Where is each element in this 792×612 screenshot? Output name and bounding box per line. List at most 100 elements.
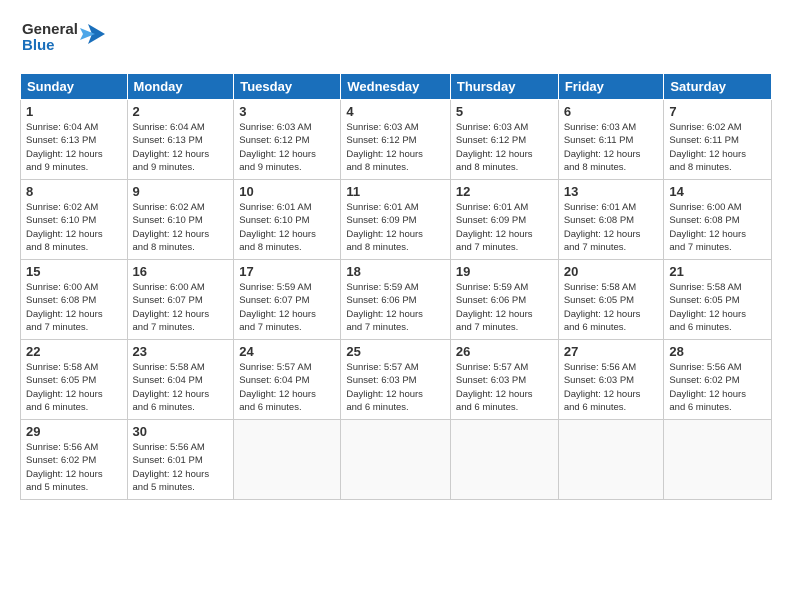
day-info: Sunrise: 5:56 AM Sunset: 6:01 PM Dayligh…: [133, 441, 229, 494]
day-number: 5: [456, 104, 553, 119]
day-number: 23: [133, 344, 229, 359]
day-number: 20: [564, 264, 659, 279]
calendar-cell: 27Sunrise: 5:56 AM Sunset: 6:03 PM Dayli…: [558, 340, 664, 420]
day-number: 4: [346, 104, 445, 119]
day-number: 16: [133, 264, 229, 279]
day-number: 22: [26, 344, 122, 359]
col-header-friday: Friday: [558, 74, 664, 100]
calendar-cell: 6 Sunrise: 6:03 AM Sunset: 6:11 PM Daylig…: [558, 100, 664, 180]
calendar-cell: 7Sunrise: 6:02 AM Sunset: 6:11 PM Daylig…: [664, 100, 772, 180]
day-info: Sunrise: 5:56 AM Sunset: 6:02 PM Dayligh…: [26, 441, 122, 494]
day-info: Sunrise: 6:01 AM Sunset: 6:09 PM Dayligh…: [346, 201, 445, 254]
calendar-cell: 20 Sunrise: 5:58 AM Sunset: 6:05 PM Dayli…: [558, 260, 664, 340]
svg-text:General: General: [22, 21, 78, 38]
day-info: Sunrise: 5:58 AM Sunset: 6:04 PM Dayligh…: [133, 361, 229, 414]
day-number: 6: [564, 104, 659, 119]
day-number: 2: [133, 104, 229, 119]
logo: General Blue: [20, 16, 110, 63]
day-number: 13: [564, 184, 659, 199]
day-number: 30: [133, 424, 229, 439]
day-info: Sunrise: 5:58 AM Sunset: 6:05 PM Dayligh…: [26, 361, 122, 414]
calendar-cell: 22 Sunrise: 5:58 AM Sunset: 6:05 PM Dayli…: [21, 340, 128, 420]
day-info: Sunrise: 6:02 AM Sunset: 6:10 PM Dayligh…: [133, 201, 229, 254]
col-header-tuesday: Tuesday: [234, 74, 341, 100]
calendar-cell: 16Sunrise: 6:00 AM Sunset: 6:07 PM Dayli…: [127, 260, 234, 340]
col-header-thursday: Thursday: [450, 74, 558, 100]
day-number: 15: [26, 264, 122, 279]
calendar-week-1: 1 Sunrise: 6:04 AM Sunset: 6:13 PM Daylig…: [21, 100, 772, 180]
day-number: 29: [26, 424, 122, 439]
calendar-cell: 11 Sunrise: 6:01 AM Sunset: 6:09 PM Dayli…: [341, 180, 451, 260]
day-info: Sunrise: 6:01 AM Sunset: 6:08 PM Dayligh…: [564, 201, 659, 254]
svg-text:Blue: Blue: [22, 37, 55, 54]
day-info: Sunrise: 5:58 AM Sunset: 6:05 PM Dayligh…: [564, 281, 659, 334]
day-number: 8: [26, 184, 122, 199]
day-number: 1: [26, 104, 122, 119]
day-info: Sunrise: 5:56 AM Sunset: 6:02 PM Dayligh…: [669, 361, 766, 414]
calendar-cell: 23 Sunrise: 5:58 AM Sunset: 6:04 PM Dayli…: [127, 340, 234, 420]
col-header-wednesday: Wednesday: [341, 74, 451, 100]
day-info: Sunrise: 6:03 AM Sunset: 6:12 PM Dayligh…: [346, 121, 445, 174]
calendar-week-3: 15 Sunrise: 6:00 AM Sunset: 6:08 PM Dayli…: [21, 260, 772, 340]
calendar-week-5: 29 Sunrise: 5:56 AM Sunset: 6:02 PM Dayli…: [21, 420, 772, 500]
calendar-cell: 1 Sunrise: 6:04 AM Sunset: 6:13 PM Daylig…: [21, 100, 128, 180]
day-number: 24: [239, 344, 335, 359]
calendar-cell: 14Sunrise: 6:00 AM Sunset: 6:08 PM Dayli…: [664, 180, 772, 260]
day-number: 17: [239, 264, 335, 279]
col-header-saturday: Saturday: [664, 74, 772, 100]
day-number: 11: [346, 184, 445, 199]
calendar-cell: 24 Sunrise: 5:57 AM Sunset: 6:04 PM Dayli…: [234, 340, 341, 420]
calendar-cell: 4 Sunrise: 6:03 AM Sunset: 6:12 PM Daylig…: [341, 100, 451, 180]
day-number: 21: [669, 264, 766, 279]
calendar-header-row: SundayMondayTuesdayWednesdayThursdayFrid…: [21, 74, 772, 100]
calendar-week-2: 8 Sunrise: 6:02 AM Sunset: 6:10 PM Daylig…: [21, 180, 772, 260]
calendar-table: SundayMondayTuesdayWednesdayThursdayFrid…: [20, 73, 772, 500]
day-info: Sunrise: 6:04 AM Sunset: 6:13 PM Dayligh…: [26, 121, 122, 174]
day-info: Sunrise: 6:01 AM Sunset: 6:09 PM Dayligh…: [456, 201, 553, 254]
day-number: 10: [239, 184, 335, 199]
calendar-cell: 29 Sunrise: 5:56 AM Sunset: 6:02 PM Dayli…: [21, 420, 128, 500]
calendar-cell: 2Sunrise: 6:04 AM Sunset: 6:13 PM Daylig…: [127, 100, 234, 180]
day-info: Sunrise: 5:58 AM Sunset: 6:05 PM Dayligh…: [669, 281, 766, 334]
calendar-cell: 28 Sunrise: 5:56 AM Sunset: 6:02 PM Dayli…: [664, 340, 772, 420]
day-number: 14: [669, 184, 766, 199]
day-info: Sunrise: 6:03 AM Sunset: 6:12 PM Dayligh…: [239, 121, 335, 174]
calendar-cell: 15 Sunrise: 6:00 AM Sunset: 6:08 PM Dayli…: [21, 260, 128, 340]
calendar-week-4: 22 Sunrise: 5:58 AM Sunset: 6:05 PM Dayli…: [21, 340, 772, 420]
day-number: 9: [133, 184, 229, 199]
header: General Blue: [20, 16, 772, 63]
day-info: Sunrise: 6:03 AM Sunset: 6:11 PM Dayligh…: [564, 121, 659, 174]
day-number: 28: [669, 344, 766, 359]
day-number: 12: [456, 184, 553, 199]
day-info: Sunrise: 5:59 AM Sunset: 6:06 PM Dayligh…: [456, 281, 553, 334]
day-number: 19: [456, 264, 553, 279]
calendar-cell: 12 Sunrise: 6:01 AM Sunset: 6:09 PM Dayli…: [450, 180, 558, 260]
calendar-cell: 25Sunrise: 5:57 AM Sunset: 6:03 PM Dayli…: [341, 340, 451, 420]
logo-text: General Blue: [20, 16, 110, 63]
day-info: Sunrise: 5:57 AM Sunset: 6:04 PM Dayligh…: [239, 361, 335, 414]
page: General Blue SundayMondayTuesdayWednesda…: [0, 0, 792, 612]
calendar-cell: 10 Sunrise: 6:01 AM Sunset: 6:10 PM Dayli…: [234, 180, 341, 260]
calendar-cell: 18 Sunrise: 5:59 AM Sunset: 6:06 PM Dayli…: [341, 260, 451, 340]
calendar-cell: 8 Sunrise: 6:02 AM Sunset: 6:10 PM Daylig…: [21, 180, 128, 260]
day-info: Sunrise: 5:59 AM Sunset: 6:06 PM Dayligh…: [346, 281, 445, 334]
calendar-cell: 26 Sunrise: 5:57 AM Sunset: 6:03 PM Dayli…: [450, 340, 558, 420]
calendar-cell: [341, 420, 451, 500]
calendar-cell: [450, 420, 558, 500]
day-number: 26: [456, 344, 553, 359]
calendar-cell: [558, 420, 664, 500]
calendar-cell: 21 Sunrise: 5:58 AM Sunset: 6:05 PM Dayli…: [664, 260, 772, 340]
day-info: Sunrise: 6:00 AM Sunset: 6:08 PM Dayligh…: [26, 281, 122, 334]
calendar-cell: 19 Sunrise: 5:59 AM Sunset: 6:06 PM Dayli…: [450, 260, 558, 340]
day-number: 25: [346, 344, 445, 359]
col-header-monday: Monday: [127, 74, 234, 100]
day-info: Sunrise: 5:59 AM Sunset: 6:07 PM Dayligh…: [239, 281, 335, 334]
day-info: Sunrise: 6:02 AM Sunset: 6:10 PM Dayligh…: [26, 201, 122, 254]
day-number: 18: [346, 264, 445, 279]
calendar-cell: 9 Sunrise: 6:02 AM Sunset: 6:10 PM Daylig…: [127, 180, 234, 260]
day-info: Sunrise: 5:56 AM Sunset: 6:03 PM Dayligh…: [564, 361, 659, 414]
day-info: Sunrise: 6:01 AM Sunset: 6:10 PM Dayligh…: [239, 201, 335, 254]
day-info: Sunrise: 5:57 AM Sunset: 6:03 PM Dayligh…: [456, 361, 553, 414]
col-header-sunday: Sunday: [21, 74, 128, 100]
calendar-cell: [234, 420, 341, 500]
